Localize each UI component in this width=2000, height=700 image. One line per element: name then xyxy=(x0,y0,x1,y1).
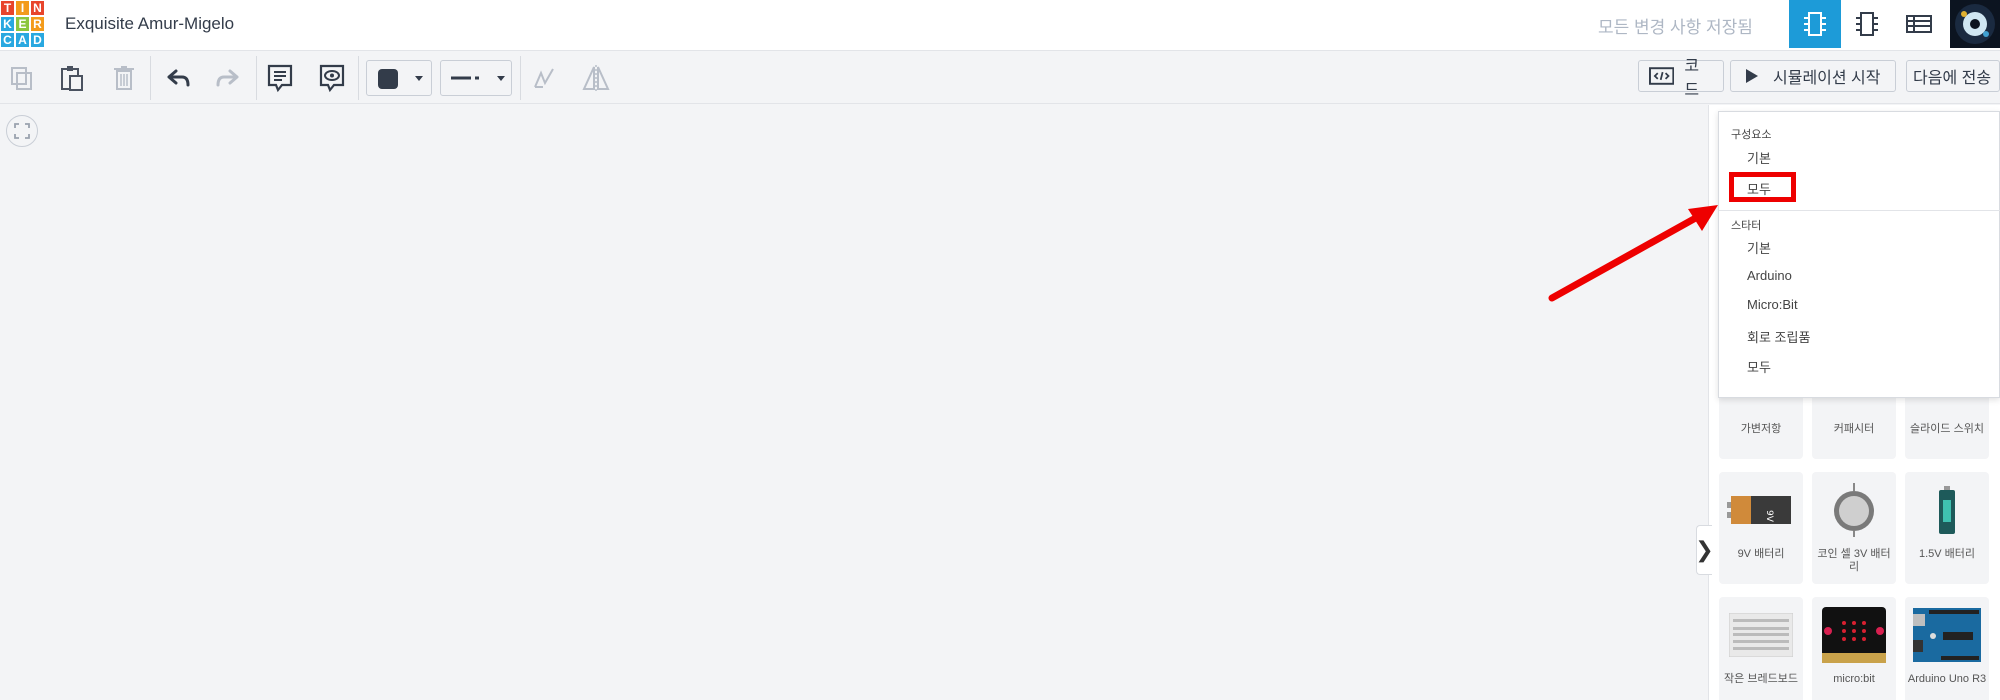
menu-item-components-basic[interactable]: 기본 xyxy=(1747,148,1771,167)
logo-letter: I xyxy=(15,0,30,16)
microbit-icon xyxy=(1820,605,1888,665)
component-label: 작은 브레드보드 xyxy=(1724,673,1798,685)
component-list-icon xyxy=(1906,15,1932,33)
logo-letter: N xyxy=(30,0,45,16)
copy-button[interactable] xyxy=(4,60,40,96)
arduino-icon xyxy=(1913,605,1981,665)
start-simulation-button[interactable]: 시뮬레이션 시작 xyxy=(1730,60,1896,92)
send-to-label: 다음에 전송 xyxy=(1913,70,1992,87)
panel-collapse-tab[interactable]: ❯ xyxy=(1695,525,1714,575)
redo-button[interactable] xyxy=(210,60,246,96)
logo-letter: A xyxy=(15,32,30,48)
component-card[interactable]: 작은 브레드보드 xyxy=(1719,597,1803,700)
logo-letter: C xyxy=(0,32,15,48)
component-label: micro:bit xyxy=(1833,673,1875,685)
component-label: 9V 배터리 xyxy=(1737,548,1785,560)
circuit-view-icon xyxy=(1804,12,1826,36)
notes-visibility-icon xyxy=(319,64,345,93)
paste-icon xyxy=(61,66,83,91)
component-label: Arduino Uno R3 xyxy=(1907,673,1987,685)
logo-letter: K xyxy=(0,16,15,32)
user-avatar[interactable] xyxy=(1950,0,2000,48)
component-card[interactable]: micro:bit xyxy=(1812,597,1896,700)
copy-icon xyxy=(11,67,32,90)
redo-icon xyxy=(216,69,239,87)
breadboard-icon xyxy=(1727,605,1795,665)
tinkercad-logo[interactable]: T I N K E R C A D xyxy=(0,0,45,48)
coin-cell-icon xyxy=(1820,480,1888,540)
chevron-down-icon xyxy=(497,76,505,81)
fit-view-button[interactable] xyxy=(6,115,38,147)
menu-item-starters-all[interactable]: 모두 xyxy=(1747,357,1771,376)
component-card[interactable]: 9V 9V 배터리 xyxy=(1719,472,1803,584)
battery-aa-icon xyxy=(1913,480,1981,540)
project-title[interactable]: Exquisite Amur-Migelo xyxy=(65,14,234,34)
chevron-right-icon: ❯ xyxy=(1695,537,1714,562)
delete-button[interactable] xyxy=(106,60,142,96)
fit-view-icon xyxy=(14,123,30,139)
component-list-button[interactable] xyxy=(1893,0,1945,48)
component-label: 커패시터 xyxy=(1833,423,1875,435)
paste-button[interactable] xyxy=(54,60,90,96)
start-simulation-label: 시뮬레이션 시작 xyxy=(1773,70,1881,87)
toolbar: 코드 시뮬레이션 시작 다음에 전송 xyxy=(0,52,2000,104)
save-status: 모든 변경 사항 저장됨 xyxy=(1598,18,1753,37)
delete-icon xyxy=(114,66,134,90)
menu-item-starters-arduino[interactable]: Arduino xyxy=(1747,268,1792,283)
logo-letter: T xyxy=(0,0,15,16)
line-style-dropdown[interactable] xyxy=(440,60,512,96)
color-dropdown[interactable] xyxy=(366,60,432,96)
component-label: 슬라이드 스위치 xyxy=(1910,423,1984,435)
line-style-icon xyxy=(451,76,479,80)
component-label: 코인 셀 3V 배터리 xyxy=(1817,548,1891,573)
top-bar: T I N K E R C A D Exquisite Amur-Migelo … xyxy=(0,0,2000,51)
code-button[interactable]: 코드 xyxy=(1638,58,1724,99)
play-icon xyxy=(1746,69,1758,83)
logo-letter: E xyxy=(15,16,30,32)
component-card[interactable]: 코인 셀 3V 배터리 xyxy=(1812,472,1896,584)
component-category-menu: 구성요소 기본 모두 스타터 기본 Arduino Micro:Bit 회로 조… xyxy=(1718,111,2000,398)
code-button-label: 코드 xyxy=(1684,58,1700,99)
component-card[interactable]: 1.5V 배터리 xyxy=(1905,472,1989,584)
circuit-workplane[interactable] xyxy=(0,105,1708,700)
component-label: 가변저항 xyxy=(1740,423,1782,435)
menu-section-components: 구성요소 xyxy=(1731,129,1772,141)
send-to-button[interactable]: 다음에 전송 xyxy=(1906,60,2000,92)
logo-letter: D xyxy=(30,32,45,48)
chevron-down-icon xyxy=(415,76,423,81)
circuit-view-button[interactable] xyxy=(1789,0,1841,48)
notes-visibility-button[interactable] xyxy=(314,60,350,96)
menu-item-starters-basic[interactable]: 기본 xyxy=(1747,238,1771,257)
notes-button[interactable] xyxy=(262,60,298,96)
svg-text:9V: 9V xyxy=(1764,510,1774,523)
avatar-image xyxy=(1950,0,2000,48)
schematic-view-icon xyxy=(1856,12,1878,36)
menu-item-starters-microbit[interactable]: Micro:Bit xyxy=(1747,297,1798,312)
schematic-view-button[interactable] xyxy=(1841,0,1893,48)
code-icon xyxy=(1649,67,1675,85)
annotation-arrow-icon xyxy=(1548,205,1718,302)
battery-9v-icon: 9V xyxy=(1727,480,1795,540)
component-label: 1.5V 배터리 xyxy=(1918,548,1976,560)
menu-item-starters-circuit-assemblies[interactable]: 회로 조립품 xyxy=(1747,327,1810,346)
component-card[interactable]: Arduino Uno R3 xyxy=(1905,597,1989,700)
undo-icon xyxy=(167,69,190,87)
rotate-icon xyxy=(534,68,554,88)
flip-icon xyxy=(582,65,610,91)
color-swatch xyxy=(378,69,398,89)
notes-icon xyxy=(267,64,293,93)
logo-letter: R xyxy=(30,16,45,32)
undo-button[interactable] xyxy=(160,60,196,96)
flip-button[interactable] xyxy=(578,60,614,96)
rotate-button[interactable] xyxy=(526,60,562,96)
